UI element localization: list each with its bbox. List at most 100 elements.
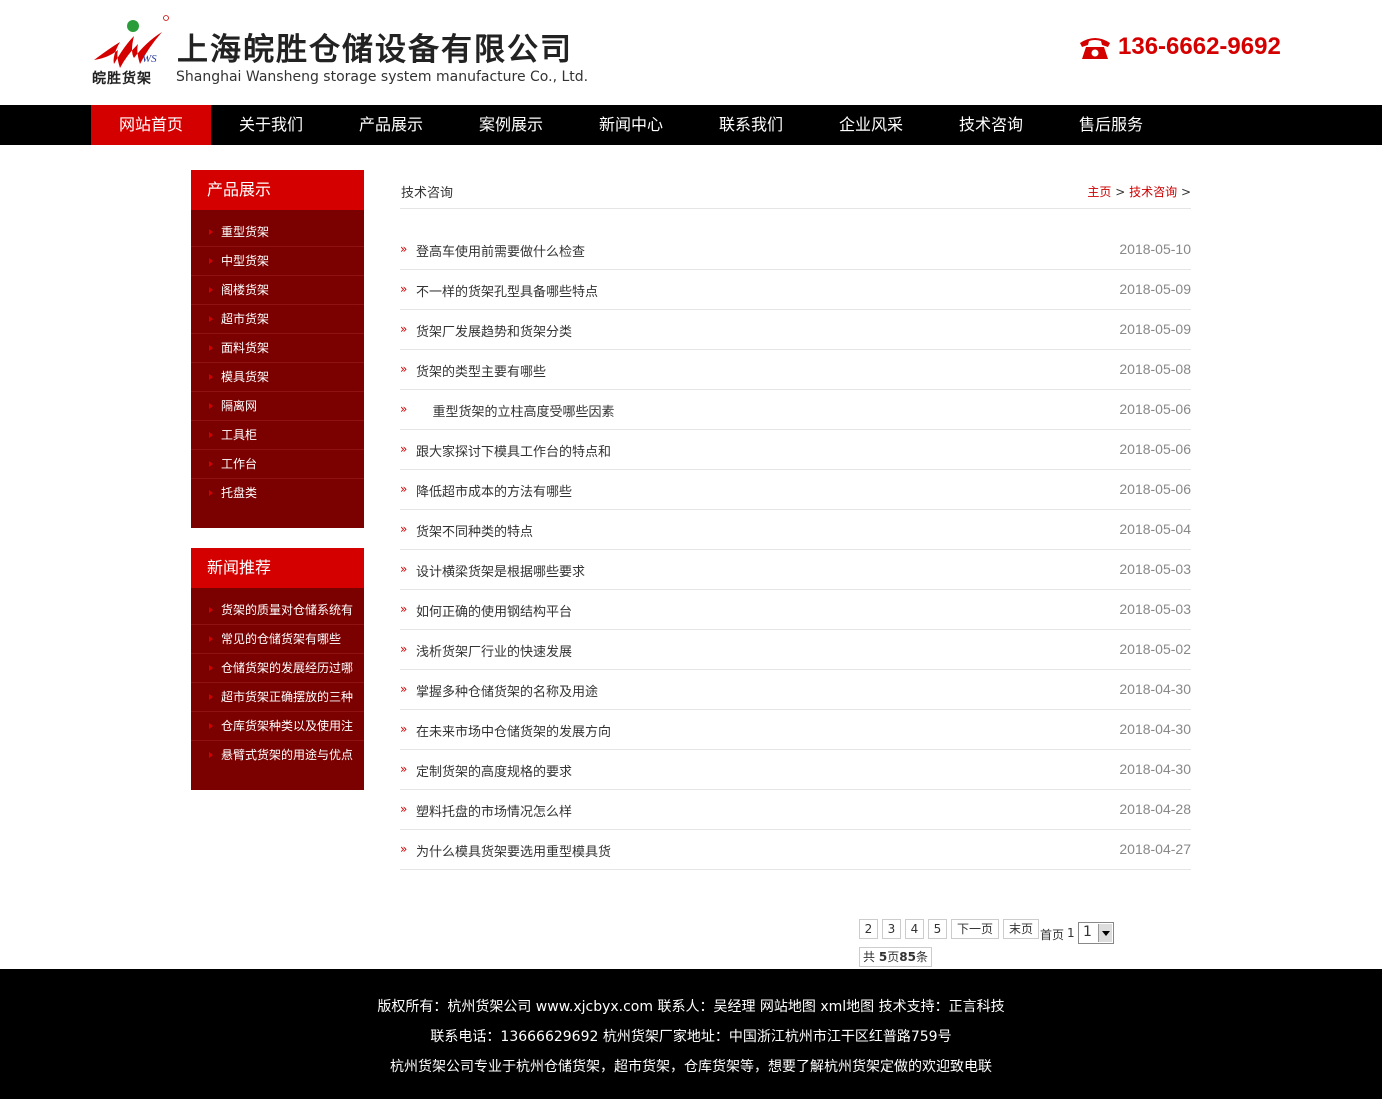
arrow-icon (209, 403, 213, 409)
list-item[interactable]: » 跟大家探讨下模具工作台的特点和 2018-05-06 (400, 430, 1191, 470)
arrow-icon (209, 229, 213, 235)
arrow-icon: » (400, 362, 408, 376)
article-date: 2018-04-28 (1119, 801, 1191, 817)
list-item[interactable]: » 登高车使用前需要做什么检查 2018-05-10 (400, 230, 1191, 270)
article-date: 2018-04-30 (1119, 721, 1191, 737)
article-date: 2018-05-10 (1119, 241, 1191, 257)
arrow-icon (209, 432, 213, 438)
sidebar-item[interactable]: 面料货架 (191, 334, 364, 363)
nav-item-home[interactable]: 网站首页 (91, 105, 211, 145)
site-header: WS 皖胜货架 上海皖胜仓储设备有限公司 Shanghai Wansheng s… (0, 0, 1382, 105)
list-item[interactable]: » 为什么模具货架要选用重型模具货 2018-04-27 (400, 830, 1191, 870)
nav-item-tech[interactable]: 技术咨询 (931, 105, 1051, 145)
news-item[interactable]: 超市货架正确摆放的三种 (191, 683, 364, 712)
list-item[interactable]: » 降低超市成本的方法有哪些 2018-05-06 (400, 470, 1191, 510)
chevron-down-icon[interactable] (1098, 924, 1112, 942)
article-date: 2018-04-27 (1119, 841, 1191, 857)
logo-text: 皖胜货架 (92, 71, 152, 87)
arrow-icon (209, 258, 213, 264)
breadcrumb-home[interactable]: 主页 (1087, 185, 1111, 199)
nav-item-news[interactable]: 新闻中心 (571, 105, 691, 145)
svg-text:WS: WS (142, 53, 157, 65)
article-title[interactable]: 跟大家探讨下模具工作台的特点和 (416, 441, 611, 460)
arrow-icon: » (400, 322, 408, 336)
article-title[interactable]: 浅析货架厂行业的快速发展 (416, 641, 572, 660)
nav-item-about[interactable]: 关于我们 (211, 105, 331, 145)
list-item[interactable]: » 货架厂发展趋势和货架分类 2018-05-09 (400, 310, 1191, 350)
page-link-2[interactable]: 2 (859, 919, 878, 939)
article-title[interactable]: 货架厂发展趋势和货架分类 (416, 321, 572, 340)
sidebar-item[interactable]: 托盘类 (191, 479, 364, 508)
list-item[interactable]: » 货架不同种类的特点 2018-05-04 (400, 510, 1191, 550)
arrow-icon: » (400, 602, 408, 616)
article-date: 2018-05-03 (1119, 561, 1191, 577)
list-item[interactable]: » 不一样的货架孔型具备哪些特点 2018-05-09 (400, 270, 1191, 310)
nav-item-culture[interactable]: 企业风采 (811, 105, 931, 145)
sidebar-products: 产品展示 重型货架 中型货架 阁楼货架 超市货架 面料货架 模具货架 隔离网 工… (191, 170, 364, 528)
list-item[interactable]: » 掌握多种仓储货架的名称及用途 2018-04-30 (400, 670, 1191, 710)
article-date: 2018-05-09 (1119, 281, 1191, 297)
arrow-icon: » (400, 402, 408, 416)
article-title[interactable]: 塑料托盘的市场情况怎么样 (416, 801, 572, 820)
list-item[interactable]: » 在未来市场中仓储货架的发展方向 2018-04-30 (400, 710, 1191, 750)
list-item[interactable]: » 设计横梁货架是根据哪些要求 2018-05-03 (400, 550, 1191, 590)
page-link-3[interactable]: 3 (882, 919, 901, 939)
last-page-button[interactable]: 末页 (1003, 919, 1039, 939)
news-item[interactable]: 货架的质量对仓储系统有 (191, 596, 364, 625)
footer-copyright: 版权所有：杭州货架公司 www.xjcbyx.com 联系人：吴经理 网站地图 … (377, 999, 1005, 1015)
article-title[interactable]: 设计横梁货架是根据哪些要求 (416, 561, 585, 580)
list-item[interactable]: » 货架的类型主要有哪些 2018-05-08 (400, 350, 1191, 390)
nav-item-service[interactable]: 售后服务 (1051, 105, 1171, 145)
article-date: 2018-04-30 (1119, 681, 1191, 697)
sidebar-item[interactable]: 工具柜 (191, 421, 364, 450)
article-title[interactable]: 不一样的货架孔型具备哪些特点 (416, 281, 598, 300)
article-title[interactable]: 降低超市成本的方法有哪些 (416, 481, 572, 500)
article-title[interactable]: 重型货架的立柱高度受哪些因素 (416, 401, 615, 420)
news-item[interactable]: 仓储货架的发展经历过哪 (191, 654, 364, 683)
list-item[interactable]: » 塑料托盘的市场情况怎么样 2018-04-28 (400, 790, 1191, 830)
page-link-4[interactable]: 4 (905, 919, 924, 939)
breadcrumb-current[interactable]: 技术咨询 (1129, 185, 1177, 199)
page-select[interactable]: 1 (1078, 922, 1114, 944)
phone-contact: 136-6662-9692 (1078, 33, 1281, 61)
page-link-5[interactable]: 5 (928, 919, 947, 939)
sidebar-item[interactable]: 阁楼货架 (191, 276, 364, 305)
sidebar-item[interactable]: 重型货架 (191, 218, 364, 247)
list-item[interactable]: » 定制货架的高度规格的要求 2018-04-30 (400, 750, 1191, 790)
page-title: 技术咨询 (401, 186, 454, 201)
arrow-icon (209, 723, 213, 729)
article-title[interactable]: 在未来市场中仓储货架的发展方向 (416, 721, 611, 740)
arrow-icon: » (400, 682, 408, 696)
news-item[interactable]: 常见的仓储货架有哪些 (191, 625, 364, 654)
article-date: 2018-05-08 (1119, 361, 1191, 377)
next-page-button[interactable]: 下一页 (951, 919, 999, 939)
sidebar-news-title: 新闻推荐 (191, 548, 364, 588)
arrow-icon: » (400, 642, 408, 656)
sidebar-item[interactable]: 模具货架 (191, 363, 364, 392)
first-page-label[interactable]: 首页 (1040, 926, 1064, 943)
list-item[interactable]: » 重型货架的立柱高度受哪些因素 2018-05-06 (400, 390, 1191, 430)
article-date: 2018-05-03 (1119, 601, 1191, 617)
total-count: 共 5页85条 (859, 947, 932, 967)
article-title[interactable]: 定制货架的高度规格的要求 (416, 761, 572, 780)
main-nav: 网站首页 关于我们 产品展示 案例展示 新闻中心 联系我们 企业风采 技术咨询 … (0, 105, 1382, 145)
article-title[interactable]: 货架的类型主要有哪些 (416, 361, 546, 380)
list-item[interactable]: » 如何正确的使用钢结构平台 2018-05-03 (400, 590, 1191, 630)
news-item[interactable]: 悬臂式货架的用途与优点 (191, 741, 364, 770)
article-date: 2018-05-09 (1119, 321, 1191, 337)
breadcrumb-separator: > (1115, 185, 1126, 199)
news-item[interactable]: 仓库货架种类以及使用注 (191, 712, 364, 741)
nav-item-contact[interactable]: 联系我们 (691, 105, 811, 145)
article-title[interactable]: 为什么模具货架要选用重型模具货 (416, 841, 611, 860)
nav-item-products[interactable]: 产品展示 (331, 105, 451, 145)
sidebar-item[interactable]: 中型货架 (191, 247, 364, 276)
article-title[interactable]: 如何正确的使用钢结构平台 (416, 601, 572, 620)
article-title[interactable]: 货架不同种类的特点 (416, 521, 533, 540)
list-item[interactable]: » 浅析货架厂行业的快速发展 2018-05-02 (400, 630, 1191, 670)
sidebar-item[interactable]: 工作台 (191, 450, 364, 479)
article-title[interactable]: 掌握多种仓储货架的名称及用途 (416, 681, 598, 700)
sidebar-item[interactable]: 隔离网 (191, 392, 364, 421)
nav-item-cases[interactable]: 案例展示 (451, 105, 571, 145)
sidebar-item[interactable]: 超市货架 (191, 305, 364, 334)
article-title[interactable]: 登高车使用前需要做什么检查 (416, 241, 585, 260)
